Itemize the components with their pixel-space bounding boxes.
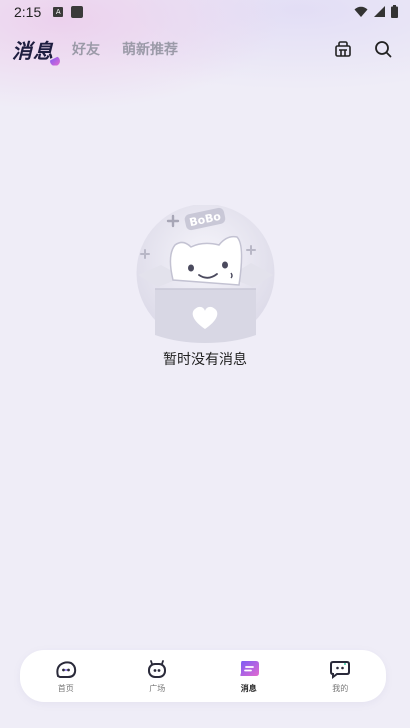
search-icon bbox=[375, 41, 392, 58]
home-face-icon bbox=[56, 660, 76, 678]
wifi-icon bbox=[354, 6, 368, 17]
status-indicators bbox=[354, 5, 398, 18]
shop-icon bbox=[335, 41, 351, 57]
app-square-icon bbox=[71, 6, 84, 18]
bottom-nav-bar: 首页 广场 消息 我的 bbox=[20, 650, 386, 702]
tab-messages-active[interactable]: 消息 bbox=[12, 35, 54, 64]
bottom-tab-plaza-label: 广场 bbox=[149, 683, 166, 693]
bottom-tab-messages[interactable]: 消息 bbox=[214, 659, 284, 694]
cellular-signal-icon bbox=[374, 6, 385, 17]
shop-button[interactable] bbox=[332, 38, 354, 60]
message-bubble-icon bbox=[240, 660, 259, 676]
status-bar: 2:15 A bbox=[0, 0, 410, 24]
top-nav: 消息 好友 萌新推荐 bbox=[12, 34, 402, 64]
bottom-tab-home-label: 首页 bbox=[57, 683, 74, 693]
status-time: 2:15 bbox=[14, 4, 42, 20]
nav-actions bbox=[332, 38, 394, 60]
profile-bubble-icon bbox=[330, 660, 351, 679]
empty-mascot-illustration: BoBo bbox=[136, 205, 274, 343]
bottom-tab-plaza[interactable]: 广场 bbox=[122, 659, 192, 694]
search-button[interactable] bbox=[372, 38, 394, 60]
bottom-tab-home[interactable]: 首页 bbox=[31, 659, 101, 694]
plaza-robot-icon bbox=[148, 659, 167, 678]
app-notification-icon: A bbox=[53, 7, 64, 17]
tab-friends[interactable]: 好友 bbox=[72, 39, 100, 59]
bottom-tab-profile[interactable]: 我的 bbox=[305, 659, 375, 694]
empty-message: 暂时没有消息 bbox=[163, 352, 247, 368]
battery-icon bbox=[391, 5, 398, 18]
tab-newcomer-recommend[interactable]: 萌新推荐 bbox=[122, 39, 178, 59]
bottom-tab-profile-label: 我的 bbox=[332, 683, 349, 693]
bottom-tab-messages-label: 消息 bbox=[240, 683, 257, 693]
empty-state: BoBo 暂时没有消息 bbox=[0, 205, 410, 369]
